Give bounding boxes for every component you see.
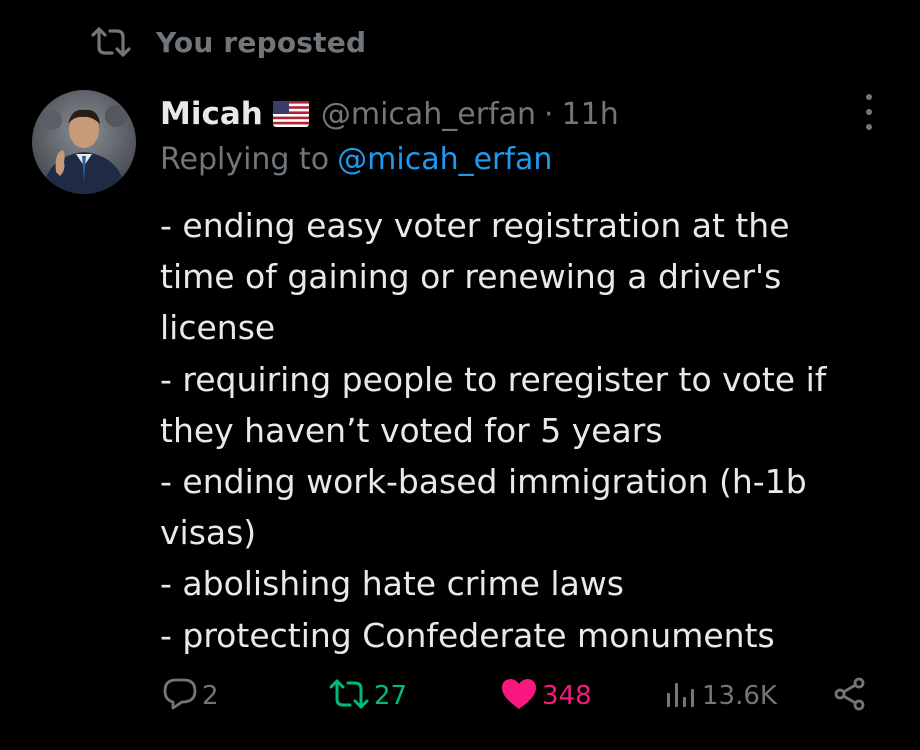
repost-icon <box>328 679 370 713</box>
tweet-text-line: - protecting Confederate monuments <box>160 615 775 655</box>
reply-mention-link[interactable]: @micah_erfan <box>337 142 552 177</box>
avatar[interactable] <box>32 90 136 194</box>
separator-dot: · <box>544 96 554 132</box>
repost-icon <box>90 22 134 62</box>
like-count: 348 <box>542 681 592 711</box>
more-options-button[interactable] <box>858 94 880 130</box>
replying-to: Replying to @micah_erfan <box>160 142 552 177</box>
reply-count: 2 <box>202 681 219 711</box>
more-dot-icon <box>866 124 872 130</box>
reply-button[interactable]: 2 <box>162 672 219 720</box>
replying-to-label: Replying to <box>160 142 330 177</box>
display-name[interactable]: Micah <box>160 96 263 132</box>
tweet-text-line: - requiring people to reregister to vote… <box>160 359 827 399</box>
repost-button[interactable]: 27 <box>328 672 407 720</box>
tweet-text-line: - ending easy voter registration at the <box>160 206 790 245</box>
timestamp[interactable]: 11h <box>562 97 619 132</box>
tweet-text-line: visas) <box>160 513 257 553</box>
views-count: 13.6K <box>702 681 777 711</box>
tweet-text-line: time of gaining or renewing a driver's <box>160 257 782 297</box>
action-bar: 2 27 348 13.6K <box>0 672 920 720</box>
tweet-text-line: - ending work-based immigration (h-1b <box>160 462 807 502</box>
more-dot-icon <box>866 94 872 100</box>
repost-header: You reposted <box>90 22 366 62</box>
more-dot-icon <box>866 109 872 115</box>
like-button[interactable]: 348 <box>500 672 592 720</box>
tweet-text-line: they haven’t voted for 5 years <box>160 410 663 450</box>
views-icon <box>664 679 698 713</box>
tweet-text: - ending easy voter registration at the … <box>160 200 860 661</box>
tweet-text-line: license <box>160 308 276 348</box>
share-button[interactable] <box>832 672 868 720</box>
tweet-header: Micah @micah_erfan · 11h <box>160 92 619 136</box>
us-flag-icon <box>272 101 309 127</box>
author-handle[interactable]: @micah_erfan <box>321 97 536 132</box>
views-button[interactable]: 13.6K <box>664 672 777 720</box>
tweet-text-line: - abolishing hate crime laws <box>160 564 624 604</box>
repost-count: 27 <box>374 681 408 711</box>
share-icon <box>832 677 868 715</box>
reply-icon <box>162 677 198 715</box>
heart-icon <box>500 677 538 715</box>
avatar-photo <box>32 90 136 194</box>
repost-label: You reposted <box>156 25 367 59</box>
